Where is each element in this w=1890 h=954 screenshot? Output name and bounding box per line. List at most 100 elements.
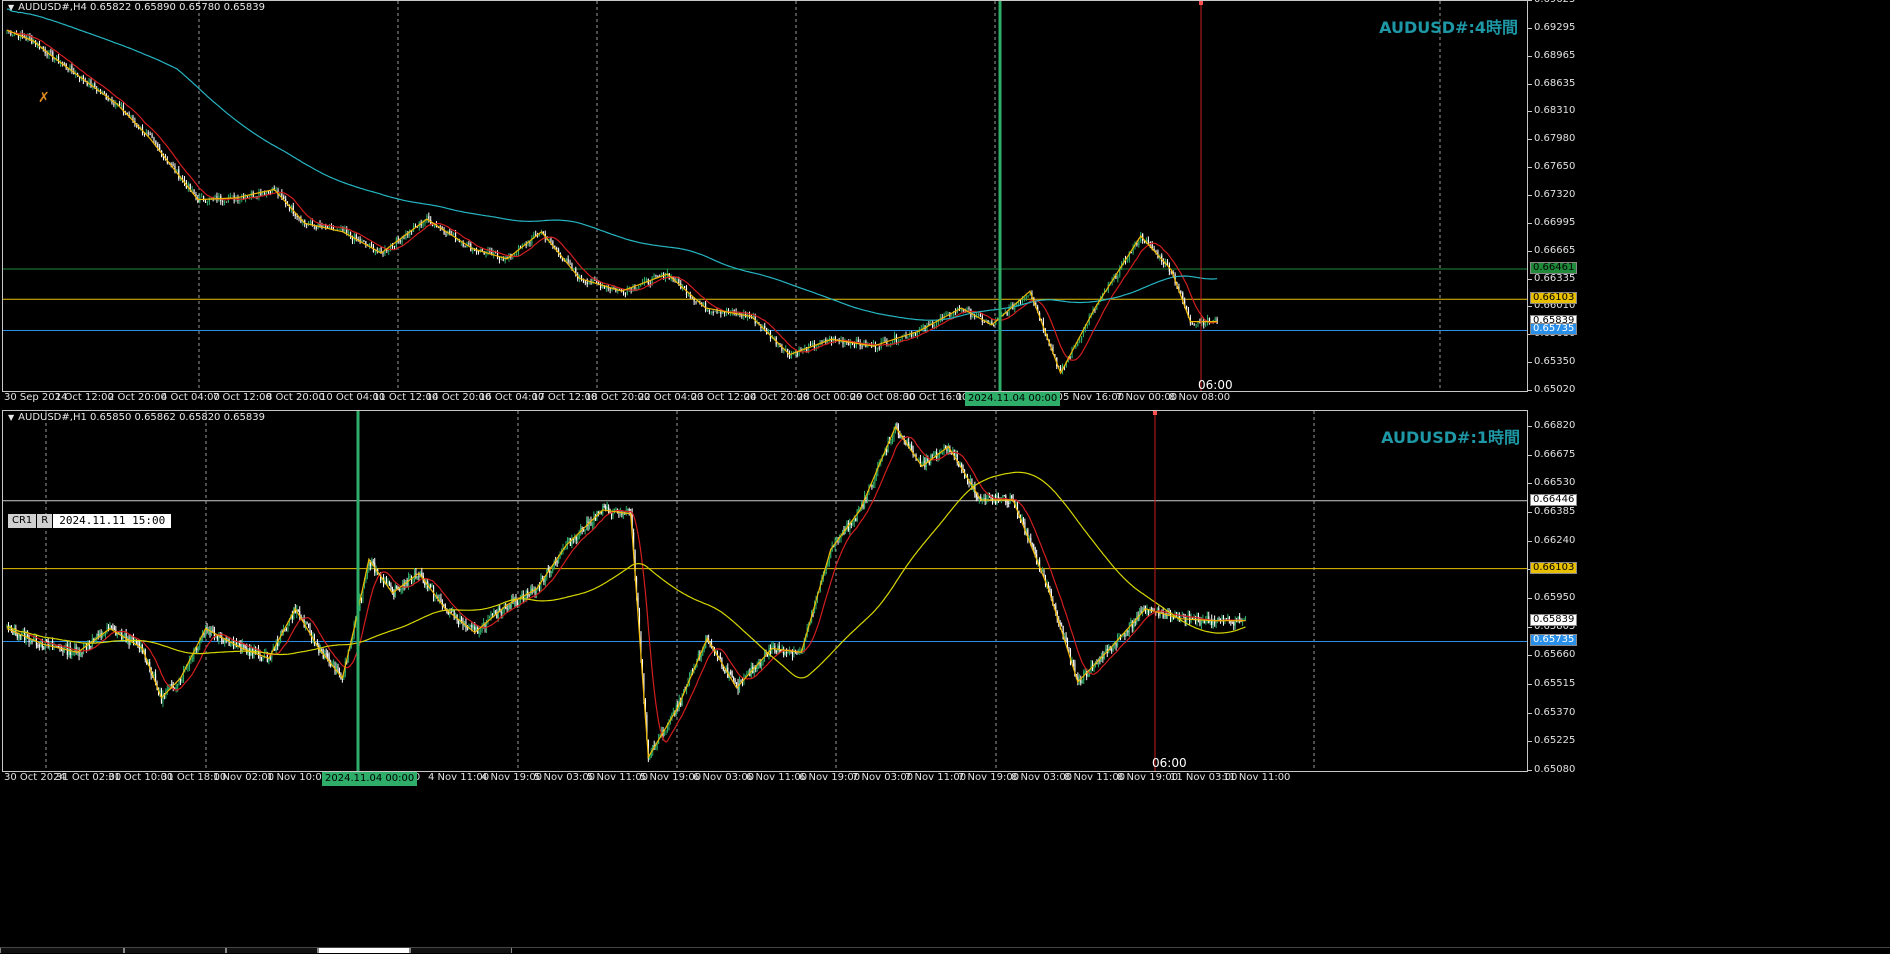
crosshair-badge: CR1 R 2024.11.11 15:00 [8,514,172,528]
time-tick-label: 5 Nov 03:00 [534,772,596,783]
collapse-triangle-icon[interactable]: ▼ [8,413,14,422]
h1-time-axis[interactable]: 30 Oct 2024 31 Oct 02:00 31 Oct 10:00 31 Oc… [0,772,1528,786]
candle-body [708,309,710,312]
candle-body [603,505,605,507]
candle-body [550,571,552,573]
candle-body [716,311,718,314]
candle-body [16,634,18,638]
candle-body [861,345,863,347]
candle-body [796,652,798,654]
candle-body [344,229,346,232]
candle-body [1180,616,1182,618]
time-tick-label: 11 Nov 11:00 [1223,772,1291,783]
price-tick-mark [1528,626,1532,628]
price-tick-mark [1528,139,1532,141]
candle-body [31,640,33,642]
candle-body [1155,250,1157,252]
candle-body [771,646,773,654]
candle-body [977,313,980,315]
price-tick-mark [1528,741,1532,743]
h4-chart-svg[interactable]: ✗ [3,1,1527,391]
chart-tab-active[interactable] [318,948,410,953]
cr-label[interactable]: CR1 [8,514,37,528]
candle-body [896,423,898,426]
candle-body [979,313,982,317]
chart-window-h1[interactable]: ▼ AUDUSD#,H1 0.65850 0.65862 0.65820 0.65… [0,410,1890,946]
price-tick-label: 0.66240 [1534,534,1576,546]
candle-body [1027,295,1029,297]
plot-area-h4[interactable]: ✗ [2,0,1528,392]
price-label-yellow: 0.66103 [1530,292,1578,305]
candle-body [124,633,126,635]
candle-body [225,201,228,203]
time-tick-label: 8 Nov 08:00 [1169,392,1231,403]
candle-body [1205,323,1207,326]
time-tick-label: 5 Nov 11:00 [587,772,649,783]
candle-body [731,674,733,678]
h4-time-axis[interactable]: 30 Sep 2024 1 Oct 12:00 2 Oct 20:00 4 Oct 0… [0,392,1528,406]
candle-body [306,621,308,624]
candle-body [1041,569,1044,572]
h4-highlight-time: 2024.11.04 00:00 [965,392,1061,406]
candle-body [937,455,939,458]
candle-body [175,687,177,689]
candle-body [60,649,62,651]
price-tick-label: 0.66335 [1534,272,1576,284]
chart-tab[interactable] [226,948,318,953]
candle-body [627,509,629,511]
candle-body [346,229,348,233]
candle-body [1006,502,1008,504]
candle-body [46,53,48,56]
candle-body [744,675,746,677]
candle-body [378,248,380,252]
candle-body [1214,318,1216,321]
candle-body [891,437,894,440]
candle-body [72,652,74,654]
plot-area-h1[interactable] [2,410,1528,772]
h1-chart-svg[interactable] [3,411,1527,771]
candle-body [147,132,149,134]
candle-body [588,282,590,285]
candle-body [264,192,266,195]
candle-body [934,325,936,328]
candle-body [97,634,99,636]
candle-body [1075,346,1077,348]
h4-price-axis[interactable]: 0.69625 0.69295 0.68965 0.68635 0.68310 0.679… [1528,0,1590,395]
candle-body [325,653,327,655]
candle-body [586,282,588,285]
candle-body [1079,340,1081,342]
h1-price-axis[interactable]: 0.668200.666750.665300.663850.662400.660… [1528,410,1590,775]
candle-body [565,258,567,261]
candle-body [452,610,454,612]
candle-body [204,201,207,203]
candle-body [153,673,155,677]
candle-body [172,164,174,167]
chart-tab[interactable] [410,948,512,953]
chart-window-h4[interactable]: ✗ ▼ AUDUSD#,H4 0.65822 0.65890 0.65780 0.… [0,0,1890,408]
candle-body [569,262,571,264]
candle-body [951,315,953,317]
candle-body [267,191,270,193]
candle-body [934,452,936,455]
candle-body [401,238,403,243]
collapse-triangle-icon[interactable]: ▼ [8,3,14,12]
candle-body [1180,291,1182,293]
candle-body [171,684,173,686]
candle-body [119,631,121,635]
candle-body [638,286,640,289]
candle-body [516,253,518,255]
chart-tab[interactable] [124,948,226,953]
candle-body [809,344,812,346]
candle-body [516,602,518,604]
candle-body [475,627,477,631]
candle-body [710,311,712,313]
chart-tab[interactable] [0,948,124,953]
candle-body [212,629,214,632]
crosshair-datetime: 2024.11.11 15:00 [53,514,172,528]
candle-body [649,756,651,759]
r-label[interactable]: R [37,514,53,528]
candle-body [1099,660,1101,662]
time-tick-label: 2 Oct 20:00 [108,392,167,403]
candle-body [606,506,608,510]
candle-body [1126,260,1128,262]
